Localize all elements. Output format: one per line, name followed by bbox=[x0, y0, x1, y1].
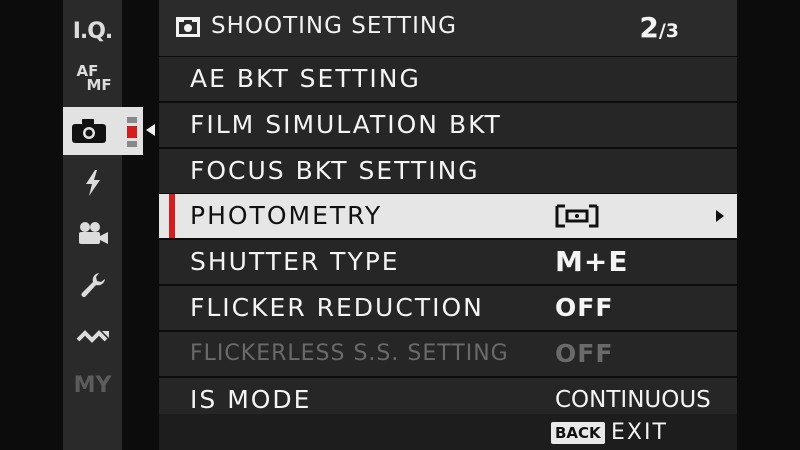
sidebar-item-connection[interactable] bbox=[63, 314, 122, 360]
menu-item-flickerless-ss-setting: FLICKERLESS S.S. SETTING OFF bbox=[159, 332, 737, 376]
camera-icon bbox=[72, 119, 106, 143]
camera-menu-screen: I.Q. AF MF MY SHOOTING SETTING 2/3 AE BK… bbox=[0, 0, 800, 450]
menu-item-label: FLICKER REDUCTION bbox=[190, 293, 484, 322]
sidebar-item-af-mf[interactable]: AF MF bbox=[63, 56, 122, 102]
menu-item-label: FOCUS BKT SETTING bbox=[190, 156, 480, 185]
page-current: 2 bbox=[639, 11, 659, 44]
sidebar-item-movie[interactable] bbox=[63, 210, 122, 256]
menu-item-label: PHOTOMETRY bbox=[190, 201, 383, 230]
exit-label: EXIT bbox=[611, 420, 668, 445]
menu-item-value: OFF bbox=[555, 293, 614, 322]
wrench-icon bbox=[81, 273, 105, 297]
selected-category-pointer bbox=[146, 124, 155, 136]
menu-header: SHOOTING SETTING 2/3 bbox=[159, 0, 737, 56]
menu-item-label: AE BKT SETTING bbox=[190, 64, 421, 93]
menu-item-focus-bkt-setting[interactable]: FOCUS BKT SETTING bbox=[159, 149, 737, 193]
af-mf-icon: AF MF bbox=[75, 62, 112, 96]
sidebar-item-setup[interactable] bbox=[63, 262, 122, 308]
menu-item-label: FILM SIMULATION BKT bbox=[190, 110, 502, 139]
page-total: /3 bbox=[658, 20, 679, 42]
sidebar-item-my-menu[interactable]: MY bbox=[63, 362, 122, 408]
back-button[interactable]: BACK bbox=[551, 422, 605, 444]
menu-item-flicker-reduction[interactable]: FLICKER REDUCTION OFF bbox=[159, 286, 737, 330]
page-indicator: 2/3 bbox=[639, 11, 679, 44]
sidebar-item-flash[interactable] bbox=[63, 160, 122, 206]
sidebar-item-image-quality[interactable]: I.Q. bbox=[63, 8, 122, 54]
mf-label: MF bbox=[86, 76, 112, 94]
menu-item-label: FLICKERLESS S.S. SETTING bbox=[190, 341, 509, 366]
menu-item-shutter-type[interactable]: SHUTTER TYPE M+E bbox=[159, 240, 737, 284]
wireless-wave-icon bbox=[76, 330, 109, 343]
page-position-indicator bbox=[127, 117, 137, 147]
menu-footer: BACK EXIT bbox=[159, 414, 737, 450]
page-title: SHOOTING SETTING bbox=[211, 13, 457, 39]
camera-icon bbox=[176, 17, 200, 37]
sidebar-item-shooting-setting[interactable] bbox=[63, 107, 143, 155]
menu-item-film-simulation-bkt[interactable]: FILM SIMULATION BKT bbox=[159, 103, 737, 147]
menu-item-value: OFF bbox=[555, 339, 614, 368]
sidebar-item-label: MY bbox=[73, 372, 112, 398]
menu-item-value: M+E bbox=[555, 245, 629, 278]
menu-item-label: SHUTTER TYPE bbox=[190, 247, 400, 276]
movie-camera-icon bbox=[78, 222, 108, 244]
sidebar-item-label: I.Q. bbox=[72, 18, 114, 44]
submenu-arrow-icon bbox=[716, 210, 724, 222]
multi-metering-icon bbox=[555, 204, 599, 228]
flash-icon bbox=[85, 170, 100, 196]
selection-bar bbox=[169, 194, 175, 238]
menu-category-sidebar: I.Q. AF MF MY bbox=[63, 0, 143, 450]
menu-item-ae-bkt-setting[interactable]: AE BKT SETTING bbox=[159, 57, 737, 101]
menu-item-label: IS MODE bbox=[190, 385, 312, 414]
menu-item-photometry[interactable]: PHOTOMETRY bbox=[159, 194, 737, 238]
menu-item-value: CONTINUOUS bbox=[555, 387, 711, 413]
